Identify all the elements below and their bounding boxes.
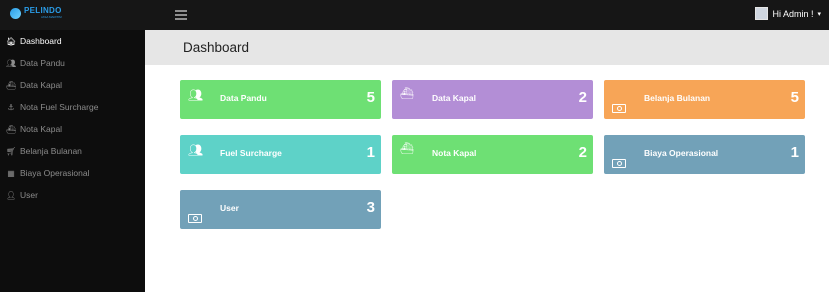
card-label: Data Kapal — [432, 93, 476, 103]
ship-icon: ⛴︎ — [400, 88, 414, 100]
users-icon: 👥︎ — [188, 143, 204, 157]
card-data-pandu[interactable]: 👥︎ Data Pandu 5 — [180, 80, 381, 119]
top-navbar: PELINDO JASA MARITIM Hi Admin ! ▾ — [0, 0, 829, 30]
logo-icon — [10, 7, 21, 19]
brand-logo[interactable]: PELINDO JASA MARITIM — [10, 7, 62, 19]
card-label: Nota Kapal — [432, 148, 477, 158]
sidebar: 🏠︎ Dashboard 👥︎ Data Pandu ⛴︎ Data Kapal… — [0, 30, 145, 292]
home-icon: 🏠︎ — [6, 36, 17, 46]
users-icon: 👥︎ — [6, 58, 17, 68]
card-count: 2 — [578, 89, 587, 106]
calculator-icon: ▦ — [7, 168, 15, 178]
user-icon: 👤︎ — [6, 190, 17, 200]
sidebar-item-label: Belanja Bulanan — [20, 146, 82, 156]
avatar — [755, 7, 769, 20]
users-icon: 👥︎ — [188, 88, 204, 102]
card-biaya-operasional[interactable]: Biaya Operasional 1 — [604, 135, 805, 174]
sidebar-item-label: Nota Kapal — [20, 124, 63, 134]
card-count: 1 — [790, 144, 799, 161]
sidebar-item-dashboard[interactable]: 🏠︎ Dashboard — [0, 30, 145, 52]
card-label: Belanja Bulanan — [644, 93, 711, 103]
sidebar-item-label: Dashboard — [20, 36, 62, 46]
card-label: Data Pandu — [220, 93, 267, 103]
page-title: Dashboard — [183, 40, 250, 55]
money-icon — [612, 159, 626, 168]
sidebar-item-data-kapal[interactable]: ⛴︎ Data Kapal — [0, 74, 145, 96]
card-count: 3 — [366, 199, 375, 216]
money-icon — [612, 104, 626, 113]
card-count: 2 — [578, 144, 587, 161]
card-belanja-bulanan[interactable]: Belanja Bulanan 5 — [604, 80, 805, 119]
card-label: Biaya Operasional — [644, 148, 719, 158]
sidebar-item-nota-fuel-surcharge[interactable]: ⚓︎ Nota Fuel Surcharge — [0, 96, 145, 118]
card-label: User — [220, 203, 239, 213]
anchor-icon: ⚓︎ — [7, 102, 15, 112]
sidebar-item-label: Data Pandu — [20, 58, 65, 68]
ship-icon: ⛴︎ — [6, 124, 17, 134]
content-header: Dashboard — [145, 30, 829, 65]
main-content: Dashboard 👥︎ Data Pandu 5 ⛴︎ Data Kapal … — [145, 30, 829, 292]
user-greeting: Hi Admin ! — [772, 8, 814, 19]
sidebar-item-label: Biaya Operasional — [20, 168, 90, 178]
card-fuel-surcharge[interactable]: 👥︎ Fuel Surcharge 1 — [180, 135, 381, 174]
card-count: 5 — [790, 89, 799, 106]
brand-subtitle: JASA MARITIM — [40, 15, 62, 19]
cart-icon: 🛒︎ — [6, 146, 17, 156]
menu-toggle-icon[interactable] — [175, 10, 187, 20]
brand-name: PELINDO — [24, 6, 62, 15]
sidebar-item-label: Nota Fuel Surcharge — [20, 102, 99, 112]
ship-icon: ⛴︎ — [400, 143, 414, 155]
sidebar-item-user[interactable]: 👤︎ User — [0, 184, 145, 206]
card-data-kapal[interactable]: ⛴︎ Data Kapal 2 — [392, 80, 593, 119]
sidebar-item-label: Data Kapal — [20, 80, 63, 90]
card-user[interactable]: User 3 — [180, 190, 381, 229]
caret-down-icon: ▾ — [817, 10, 821, 18]
sidebar-item-label: User — [20, 190, 38, 200]
sidebar-item-belanja-bulanan[interactable]: 🛒︎ Belanja Bulanan — [0, 140, 145, 162]
ship-icon: ⛴︎ — [6, 80, 17, 90]
card-count: 5 — [366, 89, 375, 106]
card-count: 1 — [366, 144, 375, 161]
card-label: Fuel Surcharge — [220, 148, 282, 158]
sidebar-item-data-pandu[interactable]: 👥︎ Data Pandu — [0, 52, 145, 74]
sidebar-item-biaya-operasional[interactable]: ▦ Biaya Operasional — [0, 162, 145, 184]
card-nota-kapal[interactable]: ⛴︎ Nota Kapal 2 — [392, 135, 593, 174]
money-icon — [188, 214, 202, 223]
user-menu[interactable]: Hi Admin ! ▾ — [755, 7, 821, 20]
sidebar-item-nota-kapal[interactable]: ⛴︎ Nota Kapal — [0, 118, 145, 140]
